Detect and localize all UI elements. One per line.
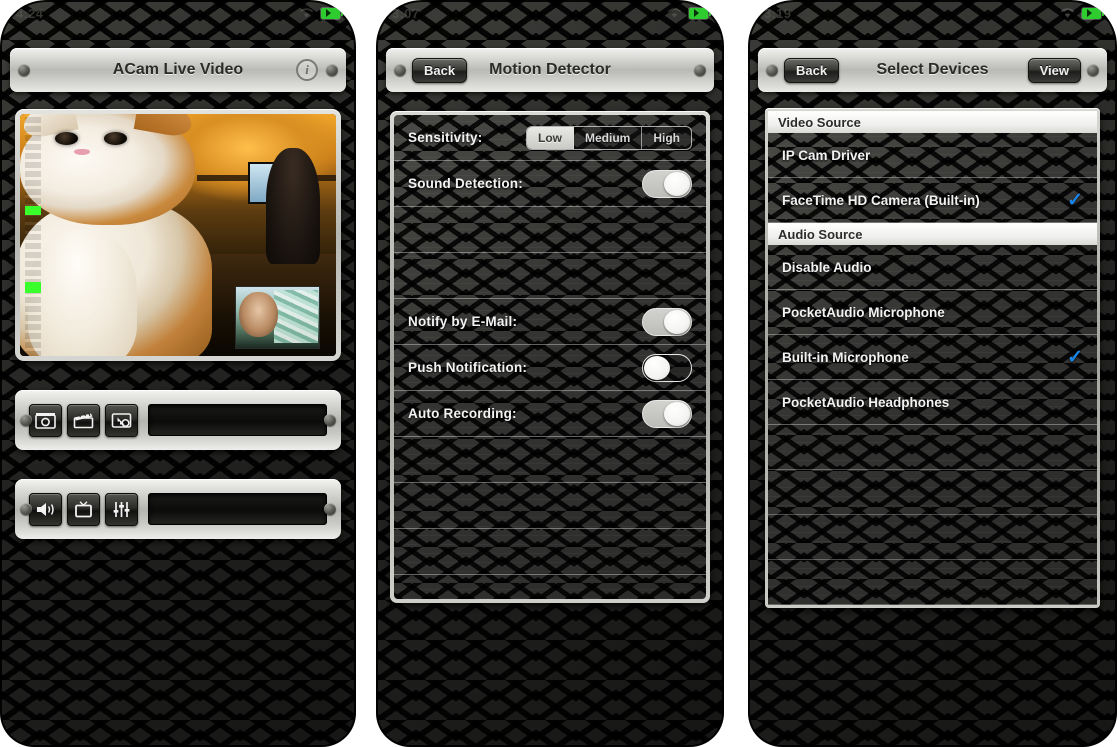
screenshot-root: 4:24 ACam Live Video i 3:07 Back Motion … xyxy=(0,0,1117,747)
list-item[interactable]: Built-in Microphone ✓ xyxy=(768,335,1097,380)
settings-frame: Sensitivity: Low Medium High Sound Detec… xyxy=(390,111,710,603)
battery-charging-icon xyxy=(689,7,711,19)
device-label: FaceTime HD Camera (Built-in) xyxy=(782,192,980,208)
segment-medium[interactable]: Medium xyxy=(574,126,643,149)
setting-row-spacer xyxy=(394,207,706,253)
navigation-bar: Back Select Devices View xyxy=(758,48,1107,92)
wifi-icon xyxy=(299,8,314,18)
phone-select-devices: 3:19 Back Select Devices View Video Sour… xyxy=(748,0,1117,747)
list-item[interactable]: PocketAudio Microphone xyxy=(768,290,1097,335)
setting-row-spacer xyxy=(394,483,706,529)
camera-icon xyxy=(35,412,56,429)
phone-motion-detector: 3:07 Back Motion Detector Sensitivity: L… xyxy=(376,0,724,747)
wifi-icon xyxy=(667,8,682,18)
setting-row-spacer xyxy=(394,253,706,299)
list-empty-row xyxy=(768,470,1097,515)
status-bar: 3:19 xyxy=(748,0,1117,26)
settings-list: Sensitivity: Low Medium High Sound Detec… xyxy=(394,115,706,599)
setting-row-auto-recording: Auto Recording: xyxy=(394,391,706,437)
setting-row-notify-email: Notify by E-Mail: xyxy=(394,299,706,345)
list-item[interactable]: FaceTime HD Camera (Built-in) ✓ xyxy=(768,178,1097,223)
navigation-bar: ACam Live Video i xyxy=(10,48,346,92)
cat-subject xyxy=(20,114,216,356)
video-clip-button[interactable] xyxy=(67,403,100,437)
record-button[interactable] xyxy=(105,403,138,437)
status-time: 3:19 xyxy=(764,5,792,21)
checkmark-icon: ✓ xyxy=(1067,346,1083,368)
battery-charging-icon xyxy=(321,7,343,19)
screen-record-icon xyxy=(111,412,132,428)
list-item[interactable]: PocketAudio Headphones xyxy=(768,380,1097,425)
phone-live-video: 4:24 ACam Live Video i xyxy=(0,0,356,747)
video-preview-frame[interactable] xyxy=(15,109,341,361)
section-header-audio-source: Audio Source xyxy=(768,223,1097,245)
checkmark-icon: ✓ xyxy=(1067,189,1083,211)
clapperboard-icon xyxy=(73,412,94,428)
status-bar: 4:24 xyxy=(0,0,356,26)
picture-in-picture[interactable] xyxy=(234,285,321,349)
fullscreen-button[interactable] xyxy=(67,492,100,526)
setting-row-push-notification: Push Notification: xyxy=(394,345,706,391)
sliders-icon xyxy=(113,501,130,517)
speaker-icon xyxy=(37,502,54,516)
back-button[interactable]: Back xyxy=(784,57,840,83)
setting-label: Push Notification: xyxy=(408,360,528,375)
list-item[interactable]: IP Cam Driver xyxy=(768,133,1097,178)
device-label: PocketAudio Microphone xyxy=(782,304,945,320)
device-label: IP Cam Driver xyxy=(782,147,871,163)
snapshot-button[interactable] xyxy=(29,403,62,437)
setting-label: Notify by E-Mail: xyxy=(408,314,518,329)
device-label: Disable Audio xyxy=(782,259,872,275)
view-button[interactable]: View xyxy=(1027,57,1081,83)
toolbar-display-slot xyxy=(148,493,327,525)
back-button[interactable]: Back xyxy=(412,57,468,83)
motion-meter-bar xyxy=(25,206,41,215)
sensitivity-segmented-control[interactable]: Low Medium High xyxy=(525,125,692,150)
audio-button[interactable] xyxy=(29,492,62,526)
tv-icon xyxy=(75,500,92,517)
battery-charging-icon xyxy=(1082,7,1104,19)
video-preview[interactable] xyxy=(20,114,336,356)
list-item[interactable]: Disable Audio xyxy=(768,245,1097,290)
setting-row-spacer xyxy=(394,437,706,483)
list-empty-row xyxy=(768,515,1097,560)
device-list-frame: Video Source IP Cam Driver FaceTime HD C… xyxy=(765,108,1100,608)
info-icon[interactable]: i xyxy=(296,59,318,81)
status-bar: 3:07 xyxy=(376,0,724,26)
motion-meter-bar xyxy=(25,282,41,293)
notify-email-toggle[interactable] xyxy=(642,307,692,336)
setting-row-spacer xyxy=(394,575,706,599)
segment-low[interactable]: Low xyxy=(526,126,574,149)
setting-label: Auto Recording: xyxy=(408,406,517,421)
status-time: 4:24 xyxy=(16,5,44,21)
device-label: Built-in Microphone xyxy=(782,349,909,365)
setting-label: Sensitivity: xyxy=(408,130,483,145)
device-list[interactable]: Video Source IP Cam Driver FaceTime HD C… xyxy=(768,111,1097,605)
list-empty-row xyxy=(768,560,1097,605)
setting-label: Sound Detection: xyxy=(408,176,523,191)
navigation-bar: Back Motion Detector xyxy=(386,48,714,92)
sound-detection-toggle[interactable] xyxy=(642,169,692,198)
setting-row-sound-detection: Sound Detection: xyxy=(394,161,706,207)
wifi-icon xyxy=(1060,8,1075,18)
setting-row-sensitivity: Sensitivity: Low Medium High xyxy=(394,115,706,161)
auto-recording-toggle[interactable] xyxy=(642,399,692,428)
toolbar-display-slot xyxy=(148,404,327,436)
motion-meter-track xyxy=(25,114,41,356)
toolbar-capture xyxy=(15,390,341,450)
device-label: PocketAudio Headphones xyxy=(782,394,950,410)
section-header-video-source: Video Source xyxy=(768,111,1097,133)
toolbar-playback xyxy=(15,479,341,539)
push-notification-toggle[interactable] xyxy=(642,353,692,382)
settings-button[interactable] xyxy=(105,492,138,526)
setting-row-spacer xyxy=(394,529,706,575)
list-empty-row xyxy=(768,425,1097,470)
status-time: 3:07 xyxy=(392,5,420,21)
segment-high[interactable]: High xyxy=(642,127,691,149)
